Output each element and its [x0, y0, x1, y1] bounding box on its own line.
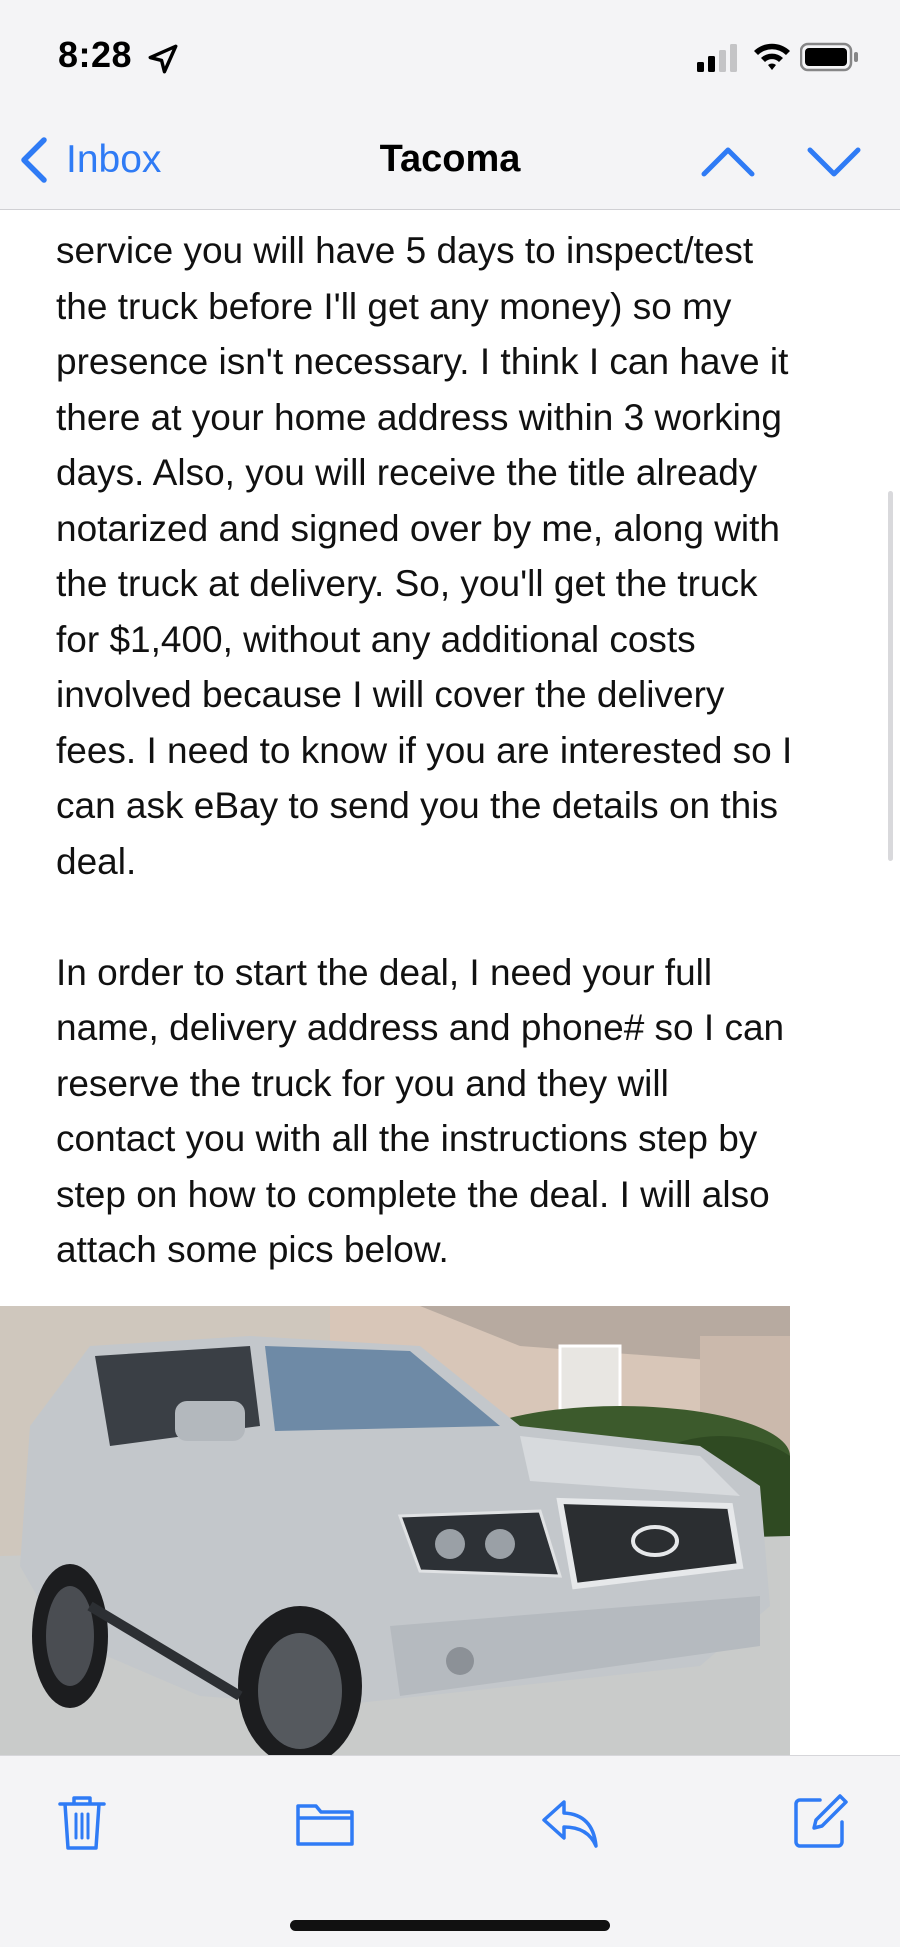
back-to-inbox-button[interactable]: Inbox — [16, 130, 161, 190]
reply-icon[interactable] — [540, 1792, 600, 1852]
email-text-line: notarized and signed over by me, along w… — [56, 507, 780, 549]
location-arrow-icon — [148, 44, 178, 74]
email-message-text: service you will have 5 days to inspect/… — [56, 223, 856, 1278]
email-text-line: days. Also, you will receive the title a… — [56, 452, 758, 493]
bottom-toolbar — [0, 1755, 900, 1947]
scroll-indicator[interactable] — [888, 491, 893, 861]
email-text-line: In order to start the deal, I need your … — [56, 951, 713, 993]
email-text-line: the truck before I'll get any money) so … — [56, 285, 732, 327]
email-text-line: there at your home address within 3 work… — [56, 396, 782, 438]
email-text-line: service you will have 5 days to inspect/… — [56, 230, 754, 271]
trash-icon[interactable] — [52, 1792, 112, 1852]
chevron-up-icon[interactable] — [700, 140, 756, 184]
email-text-line: for $1,400, without any additional costs — [56, 618, 696, 660]
email-text-line: name, delivery address and phone# so I c… — [56, 1007, 785, 1048]
wifi-icon — [754, 43, 790, 70]
truck-photo-image — [0, 1306, 790, 1755]
email-text-line: reserve the truck for you and they will — [56, 1062, 669, 1104]
email-paragraph-1: service you will have 5 days to inspect/… — [56, 223, 856, 889]
email-body: service you will have 5 days to inspect/… — [0, 211, 900, 1755]
back-button-label: Inbox — [66, 138, 162, 181]
chevron-down-icon[interactable] — [806, 140, 862, 184]
email-text-line: fees. I need to know if you are interest… — [56, 729, 793, 771]
email-text-line: attach some pics below. — [56, 1229, 449, 1270]
status-time: 8:28 — [58, 34, 133, 75]
email-text-line: the truck at delivery. So, you'll get th… — [56, 563, 758, 604]
home-indicator[interactable] — [290, 1920, 610, 1931]
email-text-line: contact you with all the instructions st… — [56, 1118, 758, 1159]
status-bar: 8:28 — [0, 0, 900, 110]
compose-icon[interactable] — [790, 1792, 850, 1852]
email-text-line: step on how to complete the deal. I will… — [56, 1173, 770, 1215]
email-paragraph-2: In order to start the deal, I need your … — [56, 945, 856, 1278]
email-subject-title: Tacoma — [379, 138, 521, 180]
folder-icon[interactable] — [294, 1792, 356, 1852]
email-text-line: presence isn't necessary. I think I can … — [56, 341, 789, 382]
truck-photo — [0, 1306, 790, 1755]
email-text-line: involved because I will cover the delive… — [56, 674, 725, 715]
email-text-line: can ask eBay to send you the details on … — [56, 785, 778, 826]
chevron-left-icon — [21, 137, 47, 183]
cellular-signal-icon — [697, 44, 737, 72]
battery-icon — [800, 42, 858, 72]
navigation-bar: Inbox Tacoma — [0, 110, 900, 210]
email-text-line: deal. — [56, 840, 137, 882]
